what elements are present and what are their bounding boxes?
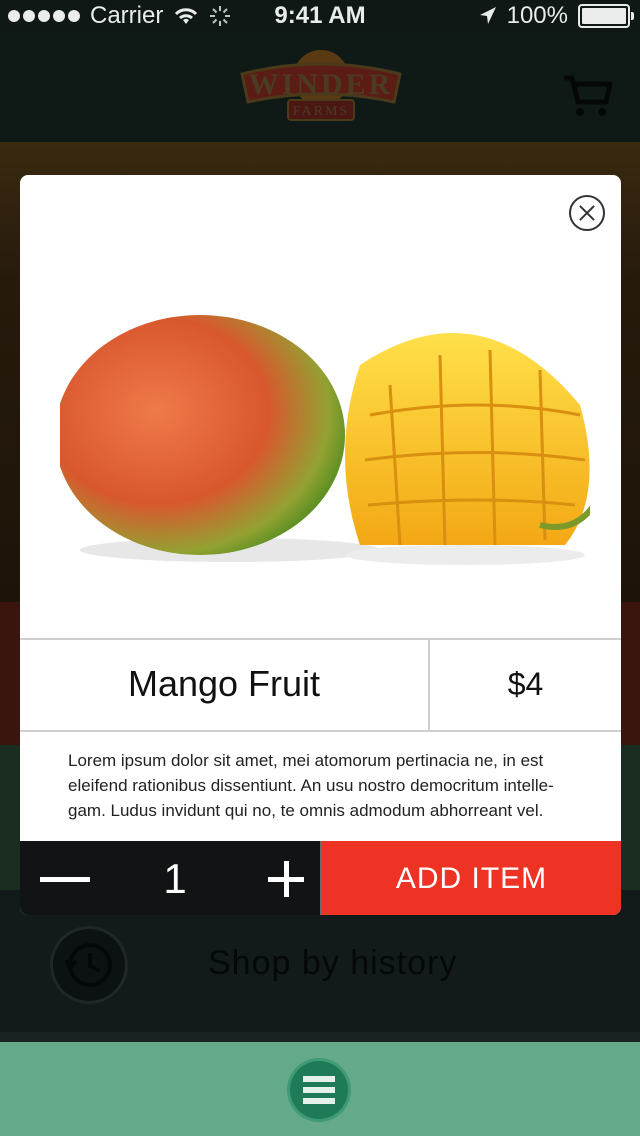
bottom-bar [0,1042,640,1136]
winder-farms-logo[interactable]: WINDER FARMS [236,44,406,134]
product-price: $4 [507,666,544,702]
quantity-value: 1 [163,855,187,902]
product-info-row: Mango Fruit $4 [20,638,621,732]
add-item-button[interactable]: ADD ITEM [322,841,621,915]
cart-icon[interactable] [562,72,612,118]
close-icon[interactable] [569,195,605,231]
product-name: Mango Fruit [127,663,321,704]
status-right: 100% [479,2,634,30]
increase-quantity-button[interactable] [268,859,308,899]
svg-text:FARMS: FARMS [293,104,349,119]
action-bar: 1 ADD ITEM [20,841,621,915]
shop-by-history-label: Shop by history [208,944,458,982]
battery-icon [578,4,634,28]
mango-product-image [60,315,590,565]
battery-percent: 100% [506,2,568,29]
decrease-quantity-button[interactable] [40,859,92,899]
quantity-stepper: 1 [20,841,320,915]
status-bar: Carrier 9:41 AM 100% [0,0,640,32]
history-clock-icon [50,926,128,1004]
svg-text:WINDER: WINDER [249,68,394,101]
app-header: WINDER FARMS [0,32,640,142]
product-modal: Mango Fruit $4 Lorem ipsum dolor sit ame… [20,175,621,915]
product-description: Lorem ipsum dolor sit amet, mei atomorum… [68,751,554,820]
divider-strip [0,1032,640,1042]
location-arrow-icon [479,7,496,24]
menu-hamburger-icon[interactable] [290,1061,348,1119]
